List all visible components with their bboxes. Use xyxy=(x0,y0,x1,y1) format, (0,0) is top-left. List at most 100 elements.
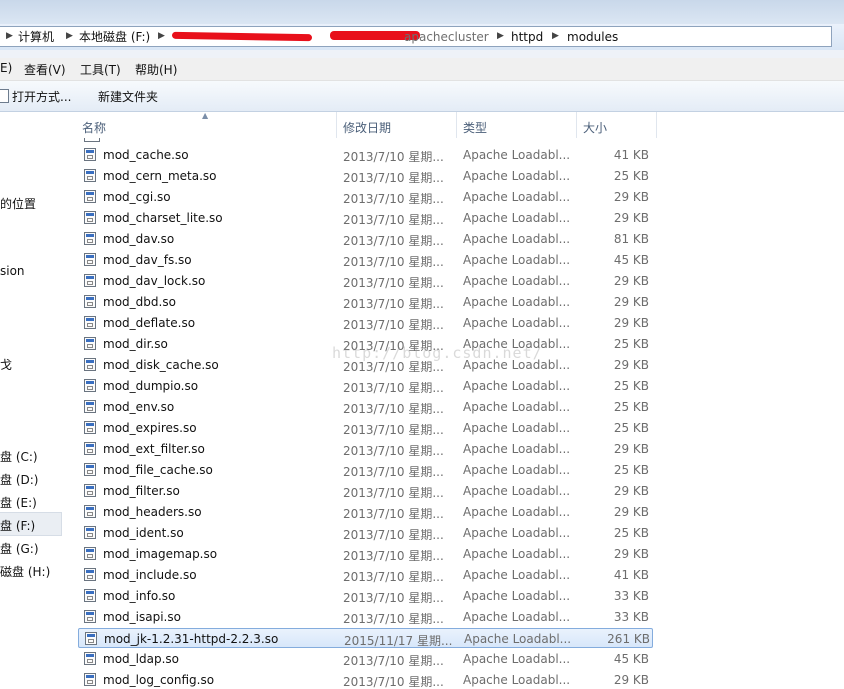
table-row[interactable]: mod_log_config.so 2013/7/10 星期... Apache L… xyxy=(78,670,653,689)
column-header-name[interactable]: 名称 xyxy=(82,119,106,136)
column-divider[interactable] xyxy=(656,112,657,138)
dll-file-icon xyxy=(84,526,96,539)
column-divider[interactable] xyxy=(576,112,577,138)
file-size: 29 KB xyxy=(613,358,649,372)
table-row[interactable]: mod_env.so 2013/7/10 星期... Apache Loadabl.… xyxy=(78,397,653,417)
table-row[interactable]: mod_dbd.so 2013/7/10 星期... Apache Loadabl.… xyxy=(78,292,653,312)
address-bar[interactable]: ▶ 计算机 ▶ 本地磁盘 (F:) ▶ apachecluster ▶ http… xyxy=(0,24,844,51)
breadcrumb-separator-icon[interactable]: ▶ xyxy=(66,31,73,41)
table-row[interactable]: mod_isapi.so 2013/7/10 星期... Apache Loadab… xyxy=(78,607,653,627)
breadcrumb-computer[interactable]: 计算机 xyxy=(18,30,54,44)
breadcrumb-separator-icon[interactable]: ▶ xyxy=(552,31,559,41)
breadcrumb-modules[interactable]: modules xyxy=(567,30,618,44)
menu-tools[interactable]: 工具(T) xyxy=(80,61,121,78)
breadcrumb-partial[interactable]: apachecluster xyxy=(404,30,489,44)
table-row[interactable]: mod_filter.so 2013/7/10 星期... Apache Loada… xyxy=(78,481,653,501)
table-row[interactable]: mod_expires.so 2013/7/10 星期... Apache Load… xyxy=(78,418,653,438)
table-row[interactable]: mod_include.so 2013/7/10 星期... Apache Load… xyxy=(78,565,653,585)
dll-file-icon xyxy=(84,232,96,245)
dll-file-icon xyxy=(84,337,96,350)
column-divider[interactable] xyxy=(456,112,457,138)
nav-item-drive-g[interactable]: 盘 (G:) xyxy=(0,540,39,557)
file-size: 29 KB xyxy=(613,190,649,204)
table-row[interactable]: mod_info.so 2013/7/10 星期... Apache Loadabl… xyxy=(78,586,653,606)
table-row[interactable]: mod_imagemap.so 2013/7/10 星期... Apache Loa… xyxy=(78,544,653,564)
file-size: 33 KB xyxy=(613,589,649,603)
file-date: 2013/7/10 星期... xyxy=(343,570,444,584)
table-row[interactable]: mod_ident.so 2013/7/10 星期... Apache Loadab… xyxy=(78,523,653,543)
file-type: Apache Loadabl... xyxy=(463,400,571,414)
breadcrumb-drive-f[interactable]: 本地磁盘 (F:) xyxy=(79,30,150,44)
table-row[interactable]: mod_cgi.so 2013/7/10 星期... Apache Loadabl.… xyxy=(78,187,653,207)
table-row[interactable]: mod_charset_lite.so 2013/7/10 星期... Apache… xyxy=(78,208,653,228)
file-date: 2013/7/10 星期... xyxy=(343,423,444,437)
column-divider[interactable] xyxy=(336,112,337,138)
breadcrumb-separator-icon[interactable]: ▶ xyxy=(158,31,165,41)
table-row[interactable]: mod_deflate.so 2013/7/10 星期... Apache Load… xyxy=(78,313,653,333)
column-header-date[interactable]: 修改日期 xyxy=(343,119,391,136)
table-row[interactable]: mod_dav.so 2013/7/10 星期... Apache Loadabl.… xyxy=(78,229,653,249)
file-name: mod_cern_meta.so xyxy=(103,169,217,183)
table-row[interactable]: mod_dav_lock.so 2013/7/10 星期... Apache Loa… xyxy=(78,271,653,291)
file-name: mod_dav.so xyxy=(103,232,175,246)
nav-item-drive-c[interactable]: 盘 (C:) xyxy=(0,448,38,465)
column-header-size[interactable]: 大小 xyxy=(583,119,607,136)
nav-item-drive-h[interactable]: 磁盘 (H:) xyxy=(0,563,50,580)
file-type: Apache Loadabl... xyxy=(464,632,572,646)
menu-edit[interactable]: E) xyxy=(0,61,12,75)
file-type: Apache Loadabl... xyxy=(463,442,571,456)
menu-view[interactable]: 查看(V) xyxy=(24,61,66,78)
dll-file-icon xyxy=(84,421,96,434)
file-size: 29 KB xyxy=(613,274,649,288)
column-header-row: ▲ 名称 修改日期 类型 大小 xyxy=(66,112,844,138)
dll-file-icon xyxy=(84,379,96,392)
file-type: Apache Loadabl... xyxy=(463,652,571,666)
new-folder-button[interactable]: 新建文件夹 xyxy=(98,88,158,105)
file-name: mod_dir.so xyxy=(103,337,168,351)
address-box[interactable]: ▶ 计算机 ▶ 本地磁盘 (F:) ▶ apachecluster ▶ http… xyxy=(0,26,832,47)
dll-file-icon xyxy=(84,148,96,161)
table-row-selected[interactable]: mod_jk-1.2.31-httpd-2.2.3.so 2015/11/17 星… xyxy=(78,628,653,648)
breadcrumb-httpd[interactable]: httpd xyxy=(511,30,543,44)
dll-file-icon xyxy=(84,358,96,371)
table-row[interactable]: mod_dav_fs.so 2013/7/10 星期... Apache Loada… xyxy=(78,250,653,270)
nav-item-version[interactable]: sion xyxy=(0,264,25,278)
file-date: 2013/7/10 星期... xyxy=(343,171,444,185)
file-type: Apache Loadabl... xyxy=(463,610,571,624)
table-row[interactable]: mod_dumpio.so 2013/7/10 星期... Apache Loada… xyxy=(78,376,653,396)
file-name: mod_ldap.so xyxy=(103,652,179,666)
command-bar: 打开方式... 新建文件夹 xyxy=(0,81,844,112)
file-type: Apache Loadabl... xyxy=(463,211,571,225)
menu-help[interactable]: 帮助(H) xyxy=(135,61,177,78)
file-name: mod_disk_cache.so xyxy=(103,358,219,372)
nav-item-drive-e[interactable]: 盘 (E:) xyxy=(0,494,37,511)
table-row[interactable]: mod_headers.so 2013/7/10 星期... Apache Load… xyxy=(78,502,653,522)
file-size: 45 KB xyxy=(613,253,649,267)
table-row[interactable]: mod_file_cache.so 2013/7/10 星期... Apache L… xyxy=(78,460,653,480)
nav-item-drive-f[interactable]: 盘 (F:) xyxy=(0,517,35,534)
breadcrumb-separator-icon[interactable]: ▶ xyxy=(497,31,504,41)
file-name: mod_cache.so xyxy=(103,148,189,162)
table-row[interactable]: mod_ldap.so 2013/7/10 星期... Apache Loadabl… xyxy=(78,649,653,669)
file-size: 29 KB xyxy=(613,484,649,498)
nav-item-recent-places[interactable]: 的位置 xyxy=(0,195,36,212)
file-type: Apache Loadabl... xyxy=(463,253,571,267)
file-size: 29 KB xyxy=(613,316,649,330)
nav-item-network[interactable]: 戈 xyxy=(0,356,12,373)
open-with-button[interactable]: 打开方式... xyxy=(12,88,71,105)
table-row[interactable]: mod_cache.so 2013/7/10 星期... Apache Loadab… xyxy=(78,145,653,165)
file-date: 2013/7/10 星期... xyxy=(343,150,444,164)
breadcrumb-separator-icon[interactable]: ▶ xyxy=(6,31,13,41)
file-name: mod_headers.so xyxy=(103,505,202,519)
file-name: mod_cgi.so xyxy=(103,190,171,204)
table-row[interactable]: mod_ext_filter.so 2013/7/10 星期... Apache L… xyxy=(78,439,653,459)
nav-item-drive-d[interactable]: 盘 (D:) xyxy=(0,471,38,488)
file-size: 261 KB xyxy=(607,632,650,646)
file-size: 29 KB xyxy=(613,547,649,561)
file-type: Apache Loadabl... xyxy=(463,463,571,477)
column-header-type[interactable]: 类型 xyxy=(463,119,487,136)
table-row[interactable]: mod_cern_meta.so 2013/7/10 星期... Apache Lo… xyxy=(78,166,653,186)
dll-file-icon xyxy=(84,169,96,182)
file-list[interactable]: ▲ 名称 修改日期 类型 大小 mod_cache.so 2013/7/10 星期… xyxy=(66,112,844,689)
file-size: 33 KB xyxy=(613,610,649,624)
